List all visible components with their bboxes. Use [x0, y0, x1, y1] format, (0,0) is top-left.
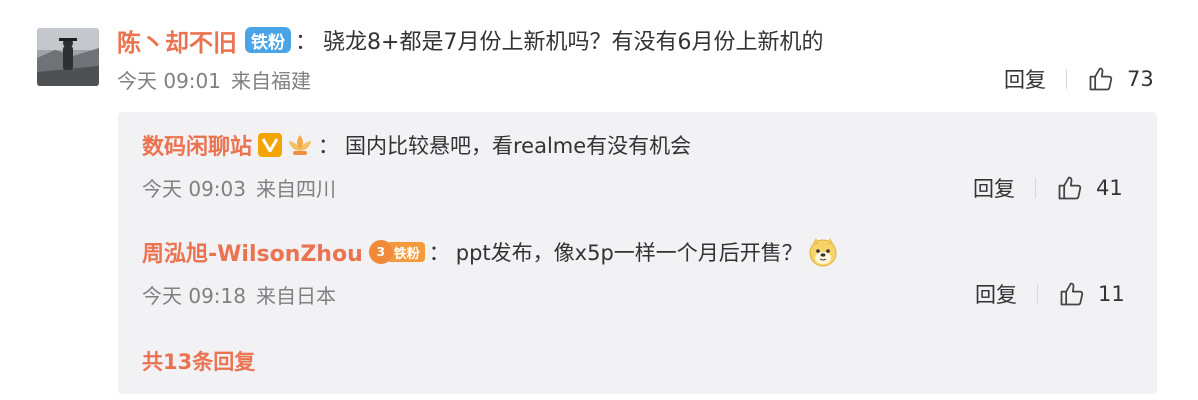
replies-panel: 数码闲聊站 ： 国内比较悬吧，看realme有没有机会 今天 09:03 来自四…	[118, 112, 1157, 394]
main-comment-line: 陈丶却不旧 铁粉 ： 骁龙8+都是7月份上新机吗？有没有6月份上新机的	[117, 20, 823, 60]
divider	[1066, 69, 1067, 89]
comment-time: 今天 09:01	[117, 68, 221, 93]
weibo-comment-page: 陈丶却不旧 铁粉 ： 骁龙8+都是7月份上新机吗？有没有6月份上新机的 今天 0…	[0, 0, 1198, 400]
fan-badge[interactable]: 铁粉	[245, 27, 291, 53]
verified-v-icon	[258, 133, 283, 157]
reply-time: 今天 09:03	[142, 176, 246, 201]
comment-location: 来自福建	[231, 68, 311, 93]
reply-button[interactable]: 回复	[975, 279, 1017, 309]
divider	[1037, 284, 1038, 304]
reply-meta: 今天 09:03 来自四川	[142, 172, 336, 202]
more-replies-link[interactable]: 共13条回复	[142, 346, 255, 376]
like-button[interactable]: 11	[1058, 280, 1125, 308]
main-comment-text: 骁龙8+都是7月份上新机吗？有没有6月份上新机的	[323, 30, 824, 55]
like-count: 41	[1096, 176, 1123, 200]
main-comment-meta: 今天 09:01 来自福建	[117, 64, 311, 94]
thumbs-up-icon	[1089, 67, 1113, 91]
like-button[interactable]: 73	[1087, 65, 1154, 93]
reply-line: 数码闲聊站 ： 国内比较悬吧，看realme有没有机会	[142, 128, 691, 162]
colon: ：	[318, 134, 340, 158]
doge-emoji-icon	[807, 236, 839, 268]
reply-text: ppt发布，像x5p一样一个月后开售？	[455, 241, 803, 265]
avatar[interactable]	[37, 28, 99, 86]
reply-button[interactable]: 回复	[973, 173, 1015, 203]
colon: ：	[428, 241, 450, 265]
like-count: 11	[1098, 282, 1125, 306]
main-comment-actions: 回复 73	[1004, 63, 1154, 95]
reply-meta: 今天 09:18 来自日本	[142, 279, 336, 309]
reply-location: 来自日本	[256, 283, 336, 308]
reply-text: 国内比较悬吧，看realme有没有机会	[345, 134, 692, 158]
like-count: 73	[1127, 67, 1154, 91]
crown-icon: 3	[368, 240, 393, 264]
reply-username[interactable]: 周泓旭-WilsonZhou	[142, 236, 363, 268]
lotus-badge-icon	[286, 132, 314, 158]
thumbs-up-icon	[1058, 176, 1082, 200]
reply-button[interactable]: 回复	[1004, 64, 1046, 94]
reply-location: 来自四川	[256, 176, 336, 201]
thumbs-up-icon	[1060, 282, 1084, 306]
main-comment-username[interactable]: 陈丶却不旧	[117, 23, 237, 58]
reply-actions: 回复 11	[975, 278, 1125, 310]
reply-time: 今天 09:18	[142, 283, 246, 308]
divider	[1035, 178, 1036, 198]
reply-line: 周泓旭-WilsonZhou 3 铁粉 ： ppt发布，像x5p一样一个月后开售…	[142, 235, 839, 269]
reply-username[interactable]: 数码闲聊站	[142, 129, 252, 161]
like-button[interactable]: 41	[1056, 174, 1123, 202]
reply-actions: 回复 41	[973, 172, 1123, 204]
crown-fan-badge-icon[interactable]: 3 铁粉	[368, 240, 425, 264]
colon: ：	[295, 30, 318, 55]
fan-badge: 铁粉	[388, 242, 425, 262]
